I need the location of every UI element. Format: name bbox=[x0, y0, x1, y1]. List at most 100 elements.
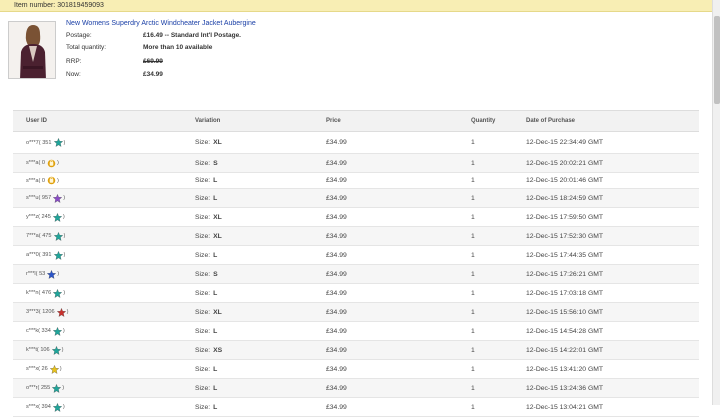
postage-value: £16.49 -- Standard Int'l Postage. bbox=[143, 32, 241, 39]
purchase-history-table: User ID Variation Price Quantity Date of… bbox=[13, 110, 699, 417]
teal-star-feedback-icon[interactable] bbox=[53, 250, 63, 260]
product-title-link[interactable]: New Womens Superdry Arctic Windcheater J… bbox=[66, 20, 256, 27]
user-id-link[interactable]: y***z bbox=[26, 214, 38, 220]
user-id-link[interactable]: 7***a bbox=[26, 233, 39, 239]
feedback-score: 351 bbox=[42, 139, 52, 146]
date-of-purchase-cell: 12-Dec-15 17:44:35 GMT bbox=[526, 251, 604, 259]
variation-cell: Size: L bbox=[195, 398, 217, 416]
variation-prefix: Size: bbox=[195, 365, 211, 373]
teal-star-feedback-icon[interactable] bbox=[53, 138, 63, 147]
variation-cell: Size: L bbox=[195, 322, 217, 340]
product-thumbnail[interactable] bbox=[8, 21, 56, 79]
variation-prefix: Size: bbox=[195, 346, 211, 354]
quantity-cell: 1 bbox=[471, 403, 475, 411]
table-row: y***z ( 245 ) Size: XL £34.99 1 12-Dec-15 17:… bbox=[13, 208, 699, 227]
variation-prefix: Size: bbox=[195, 159, 211, 167]
blue-star-feedback-icon[interactable] bbox=[47, 269, 57, 279]
user-id-cell: s***a ( 0 ) bbox=[26, 159, 59, 168]
feedback-score-link[interactable]: ( 957 bbox=[38, 195, 51, 201]
table-row: o***r ( 255 ) Size: L £34.99 1 12-Dec-15 13:2… bbox=[13, 379, 699, 398]
new-member-icon[interactable] bbox=[47, 176, 56, 185]
quantity-cell: 1 bbox=[471, 308, 475, 316]
feedback-score: 26 bbox=[41, 366, 48, 372]
feedback-score-link[interactable]: ( 476 bbox=[38, 290, 51, 296]
rrp-row: RRP: £69.99 bbox=[66, 58, 163, 65]
user-id-link[interactable]: s***u bbox=[26, 195, 38, 201]
user-id-cell: y***z ( 245 ) bbox=[26, 212, 65, 222]
user-id-link[interactable]: o***7 bbox=[26, 140, 39, 146]
table-row: 3***3 ( 1206 ) Size: XL £34.99 1 12-Dec-15 15… bbox=[13, 303, 699, 322]
user-id-link[interactable]: s***a bbox=[26, 178, 38, 184]
price-cell: £34.99 bbox=[326, 232, 347, 240]
quantity-cell: 1 bbox=[471, 270, 475, 278]
table-row: s***a ( 0 ) Size: L £34.99 1 12-Dec-15 20:01:… bbox=[13, 173, 699, 189]
feedback-score-link[interactable]: ( 255 bbox=[38, 385, 51, 391]
quantity-cell: 1 bbox=[471, 159, 475, 167]
date-of-purchase-cell: 12-Dec-15 18:24:59 GMT bbox=[526, 194, 604, 202]
feedback-score-link[interactable]: ( 391 bbox=[39, 252, 52, 258]
price-cell: £34.99 bbox=[326, 251, 347, 259]
purple-star-feedback-icon[interactable] bbox=[53, 193, 63, 203]
user-id-link[interactable]: c***k bbox=[26, 328, 38, 334]
feedback-score-link[interactable]: ( 26 bbox=[38, 366, 48, 372]
user-id-link[interactable]: 3***3 bbox=[26, 309, 39, 315]
variation-cell: Size: XS bbox=[195, 341, 222, 359]
price-cell: £34.99 bbox=[326, 384, 347, 392]
teal-star-feedback-icon[interactable] bbox=[53, 231, 63, 241]
teal-star-feedback-icon[interactable] bbox=[52, 402, 62, 412]
postage-row: Postage: £16.49 -- Standard Int'l Postage… bbox=[66, 32, 241, 39]
variation-prefix: Size: bbox=[195, 232, 211, 240]
price-cell: £34.99 bbox=[326, 194, 347, 202]
header-date-of-purchase: Date of Purchase bbox=[526, 118, 576, 124]
variation-size: S bbox=[213, 270, 218, 278]
user-id-link[interactable]: k***t bbox=[26, 347, 37, 353]
variation-size: L bbox=[213, 365, 218, 373]
teal-star-feedback-icon[interactable] bbox=[51, 345, 61, 355]
user-id-link[interactable]: o***r bbox=[26, 385, 38, 391]
item-number-bar: Item number: 301819459093 bbox=[0, 0, 712, 12]
quantity-cell: 1 bbox=[471, 327, 475, 335]
scrollbar-thumb[interactable] bbox=[714, 16, 720, 104]
header-price: Price bbox=[326, 118, 341, 124]
teal-star-feedback-icon[interactable] bbox=[52, 326, 62, 336]
variation-cell: Size: XL bbox=[195, 132, 222, 153]
user-id-cell: s***x ( 26 ) bbox=[26, 364, 62, 374]
user-id-cell: 3***3 ( 1206 ) bbox=[26, 307, 69, 317]
table-row: c***k ( 334 ) Size: L £34.99 1 12-Dec-15 14:5… bbox=[13, 322, 699, 341]
quantity-cell: 1 bbox=[471, 232, 475, 240]
feedback-score-link[interactable]: ( 1206 bbox=[39, 309, 55, 315]
user-id-link[interactable]: s***x bbox=[26, 366, 38, 372]
feedback-score-link[interactable]: ( 245 bbox=[38, 214, 51, 220]
user-id-link[interactable]: a***0 bbox=[26, 252, 39, 258]
variation-size: XL bbox=[213, 232, 222, 240]
table-row: s***a ( 0 ) Size: S £34.99 1 12-Dec-15 20:02:… bbox=[13, 154, 699, 173]
feedback-score-link[interactable]: ( 106 bbox=[37, 347, 50, 353]
new-member-icon[interactable] bbox=[47, 159, 56, 168]
feedback-score-link[interactable]: ( 334 bbox=[38, 328, 51, 334]
variation-cell: Size: L bbox=[195, 189, 217, 207]
user-id-link[interactable]: k***n bbox=[26, 290, 38, 296]
feedback-score-link[interactable]: ( 0 bbox=[38, 160, 45, 166]
table-row: a***0 ( 391 ) Size: L £34.99 1 12-Dec-15 17:4… bbox=[13, 246, 699, 265]
yellow-star-feedback-icon[interactable] bbox=[49, 364, 59, 374]
product-summary: New Womens Superdry Arctic Windcheater J… bbox=[8, 20, 308, 84]
vertical-scrollbar[interactable] bbox=[712, 0, 720, 405]
table-row: 7***a ( 475 ) Size: XL £34.99 1 12-Dec-15 17:… bbox=[13, 227, 699, 246]
price-cell: £34.99 bbox=[326, 213, 347, 221]
quantity-cell: 1 bbox=[471, 177, 475, 184]
variation-size: L bbox=[213, 194, 218, 202]
teal-star-feedback-icon[interactable] bbox=[52, 212, 62, 222]
teal-star-feedback-icon[interactable] bbox=[53, 288, 63, 298]
date-of-purchase-cell: 12-Dec-15 15:56:10 GMT bbox=[526, 308, 604, 316]
price-cell: £34.99 bbox=[326, 308, 347, 316]
feedback-score: 0 bbox=[41, 160, 45, 166]
red-star-feedback-icon[interactable] bbox=[56, 307, 66, 317]
user-id-link[interactable]: s***a bbox=[26, 160, 38, 166]
user-id-link[interactable]: r***l bbox=[26, 271, 36, 277]
feedback-score-link[interactable]: ( 351 bbox=[39, 140, 52, 146]
feedback-score-link[interactable]: ( 53 bbox=[36, 271, 46, 277]
teal-star-feedback-icon[interactable] bbox=[52, 383, 62, 393]
feedback-score-link[interactable]: ( 0 bbox=[38, 178, 45, 184]
table-row: r***l ( 53 ) Size: S £34.99 1 12-Dec-15 17:26… bbox=[13, 265, 699, 284]
feedback-score-link[interactable]: ( 475 bbox=[39, 233, 52, 239]
